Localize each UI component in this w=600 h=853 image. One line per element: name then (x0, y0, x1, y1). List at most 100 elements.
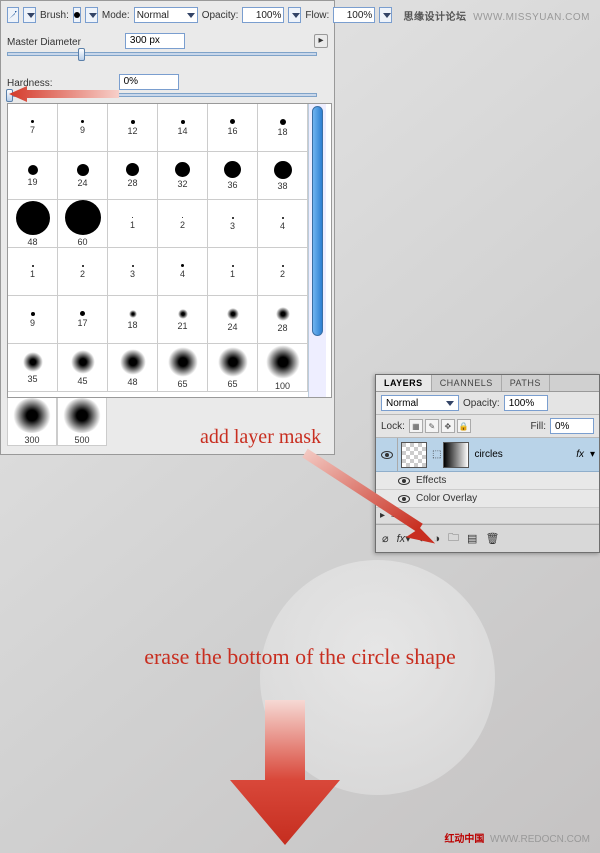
brush-preset-cell[interactable]: 48 (8, 200, 58, 248)
soft-brush-icon (129, 310, 137, 318)
brush-preset-cell[interactable]: 2 (158, 200, 208, 248)
brush-preset-cell[interactable]: 1 (208, 248, 258, 296)
brush-preset-cell[interactable]: 100 (258, 344, 308, 392)
blend-mode-value: Normal (386, 398, 418, 409)
brush-preset-cell[interactable]: 1 (8, 248, 58, 296)
brush-preset-cell[interactable]: 65 (208, 344, 258, 392)
brush-preset-cell[interactable]: 4 (258, 200, 308, 248)
flow-flyout[interactable] (379, 7, 392, 23)
brush-preset-cell[interactable]: 16 (208, 104, 258, 152)
panel-tabs: LAYERS CHANNELS PATHS (376, 375, 599, 392)
brush-preset-cell[interactable]: 65 (158, 344, 208, 392)
brush-preset-cell[interactable]: 14 (158, 104, 208, 152)
brush-size-label: 300 (24, 435, 39, 445)
brush-preset-cell[interactable]: 28 (108, 152, 158, 200)
brush-preset-cell[interactable]: 32 (158, 152, 208, 200)
brush-size-label: 12 (127, 126, 137, 136)
brush-preset-cell[interactable]: 28 (258, 296, 308, 344)
brush-preset-cell[interactable]: 9 (8, 296, 58, 344)
brush-preset-cell[interactable]: 18 (108, 296, 158, 344)
fx-expand-icon[interactable]: ▾ (590, 449, 595, 460)
brush-preset-cell[interactable]: 9 (58, 104, 108, 152)
brush-preset-cell[interactable]: 35 (8, 344, 58, 392)
opacity-label: Opacity: (202, 10, 239, 21)
watermark-top-url: WWW.MISSYUAN.COM (473, 12, 590, 23)
hardness-field[interactable]: 0% (119, 74, 179, 90)
brush-size-label: 21 (177, 321, 187, 331)
diameter-slider-thumb[interactable] (78, 48, 85, 61)
hard-brush-icon (80, 311, 85, 316)
brush-preset-cell[interactable]: 19 (8, 152, 58, 200)
brush-preset-cell[interactable]: 24 (58, 152, 108, 200)
brush-preset-cell[interactable]: 4 (158, 248, 208, 296)
hard-brush-icon (28, 165, 38, 175)
blend-mode-dropdown[interactable]: Normal (381, 395, 459, 411)
preset-flyout-icon[interactable]: ▸ (314, 34, 328, 48)
master-diameter-field[interactable]: 300 px (125, 33, 185, 49)
tab-layers[interactable]: LAYERS (376, 375, 432, 391)
tool-preset-icon[interactable] (7, 7, 19, 23)
hard-brush-icon (232, 217, 234, 219)
soft-brush-icon (23, 352, 43, 372)
brush-preset-cell[interactable]: 500 (57, 398, 107, 446)
brush-preset-cell[interactable]: 45 (58, 344, 108, 392)
brush-preset-cell[interactable]: 18 (258, 104, 308, 152)
brush-preset-cell[interactable]: 21 (158, 296, 208, 344)
brush-preset-cell[interactable]: 2 (258, 248, 308, 296)
brush-size-label: 18 (277, 127, 287, 137)
soft-brush-icon (218, 347, 248, 377)
fill-field[interactable]: 0% (550, 418, 594, 434)
mode-dropdown[interactable]: Normal (134, 7, 198, 23)
hard-brush-icon (31, 312, 35, 316)
brush-preset-cell[interactable]: 24 (208, 296, 258, 344)
brush-size-label: 500 (74, 435, 89, 445)
hard-brush-icon (31, 120, 34, 123)
watermark-bottom-url: WWW.REDOCN.COM (490, 834, 590, 845)
hard-brush-icon (132, 265, 134, 267)
lock-transparency-icon[interactable]: ▦ (409, 419, 423, 433)
big-down-arrow (220, 700, 350, 850)
brush-preset-cell[interactable]: 36 (208, 152, 258, 200)
brush-preset-cell[interactable]: 7 (8, 104, 58, 152)
brush-preset-cell[interactable]: 3 (108, 248, 158, 296)
brush-grid-scrollbar[interactable] (308, 104, 326, 397)
lock-all-icon[interactable]: 🔒 (457, 419, 471, 433)
opacity-flyout[interactable] (288, 7, 301, 23)
brush-preset-cell[interactable]: 17 (58, 296, 108, 344)
brush-preset-cell[interactable]: 1 (108, 200, 158, 248)
brush-preset-cell[interactable]: 2 (58, 248, 108, 296)
brush-preset-cell[interactable]: 3 (208, 200, 258, 248)
brush-preset-cell[interactable]: 38 (258, 152, 308, 200)
layer-opacity-field[interactable]: 100% (504, 395, 548, 411)
brush-preset-cell[interactable]: 48 (108, 344, 158, 392)
diameter-slider[interactable] (7, 52, 317, 56)
hard-brush-icon (131, 120, 135, 124)
new-layer-icon[interactable]: ▤ (467, 532, 477, 545)
brush-dropdown[interactable] (85, 7, 98, 23)
trash-icon[interactable]: 🗑 (485, 532, 499, 545)
opacity-field[interactable]: 100% (242, 7, 284, 23)
brush-size-label: 4 (180, 269, 185, 279)
soft-brush-icon (12, 398, 52, 433)
layer-name[interactable]: circles (474, 449, 502, 460)
brush-size-label: 48 (127, 377, 137, 387)
brush-preset-grid: 7912141618192428323638486012341234129171… (7, 103, 332, 398)
brush-thumb-icon[interactable] (73, 7, 81, 23)
tool-preset-dropdown[interactable] (23, 7, 36, 23)
hard-brush-icon (82, 265, 84, 267)
master-diameter-value: 300 px (130, 35, 160, 46)
scrollbar-thumb[interactable] (312, 106, 323, 336)
brush-size-label: 28 (127, 178, 137, 188)
watermark-bottom-cn: 红动中国 (444, 834, 484, 845)
soft-brush-icon (62, 398, 102, 433)
tab-paths[interactable]: PATHS (502, 375, 550, 391)
tab-channels[interactable]: CHANNELS (432, 375, 502, 391)
lock-position-icon[interactable]: ✥ (441, 419, 455, 433)
brush-preset-cell[interactable]: 12 (108, 104, 158, 152)
brush-size-label: 4 (280, 221, 285, 231)
brush-preset-cell[interactable]: 300 (7, 398, 57, 446)
brush-preset-cell[interactable]: 60 (58, 200, 108, 248)
flow-field[interactable]: 100% (333, 7, 375, 23)
fx-badge[interactable]: fx (576, 449, 584, 460)
lock-pixels-icon[interactable]: ✎ (425, 419, 439, 433)
